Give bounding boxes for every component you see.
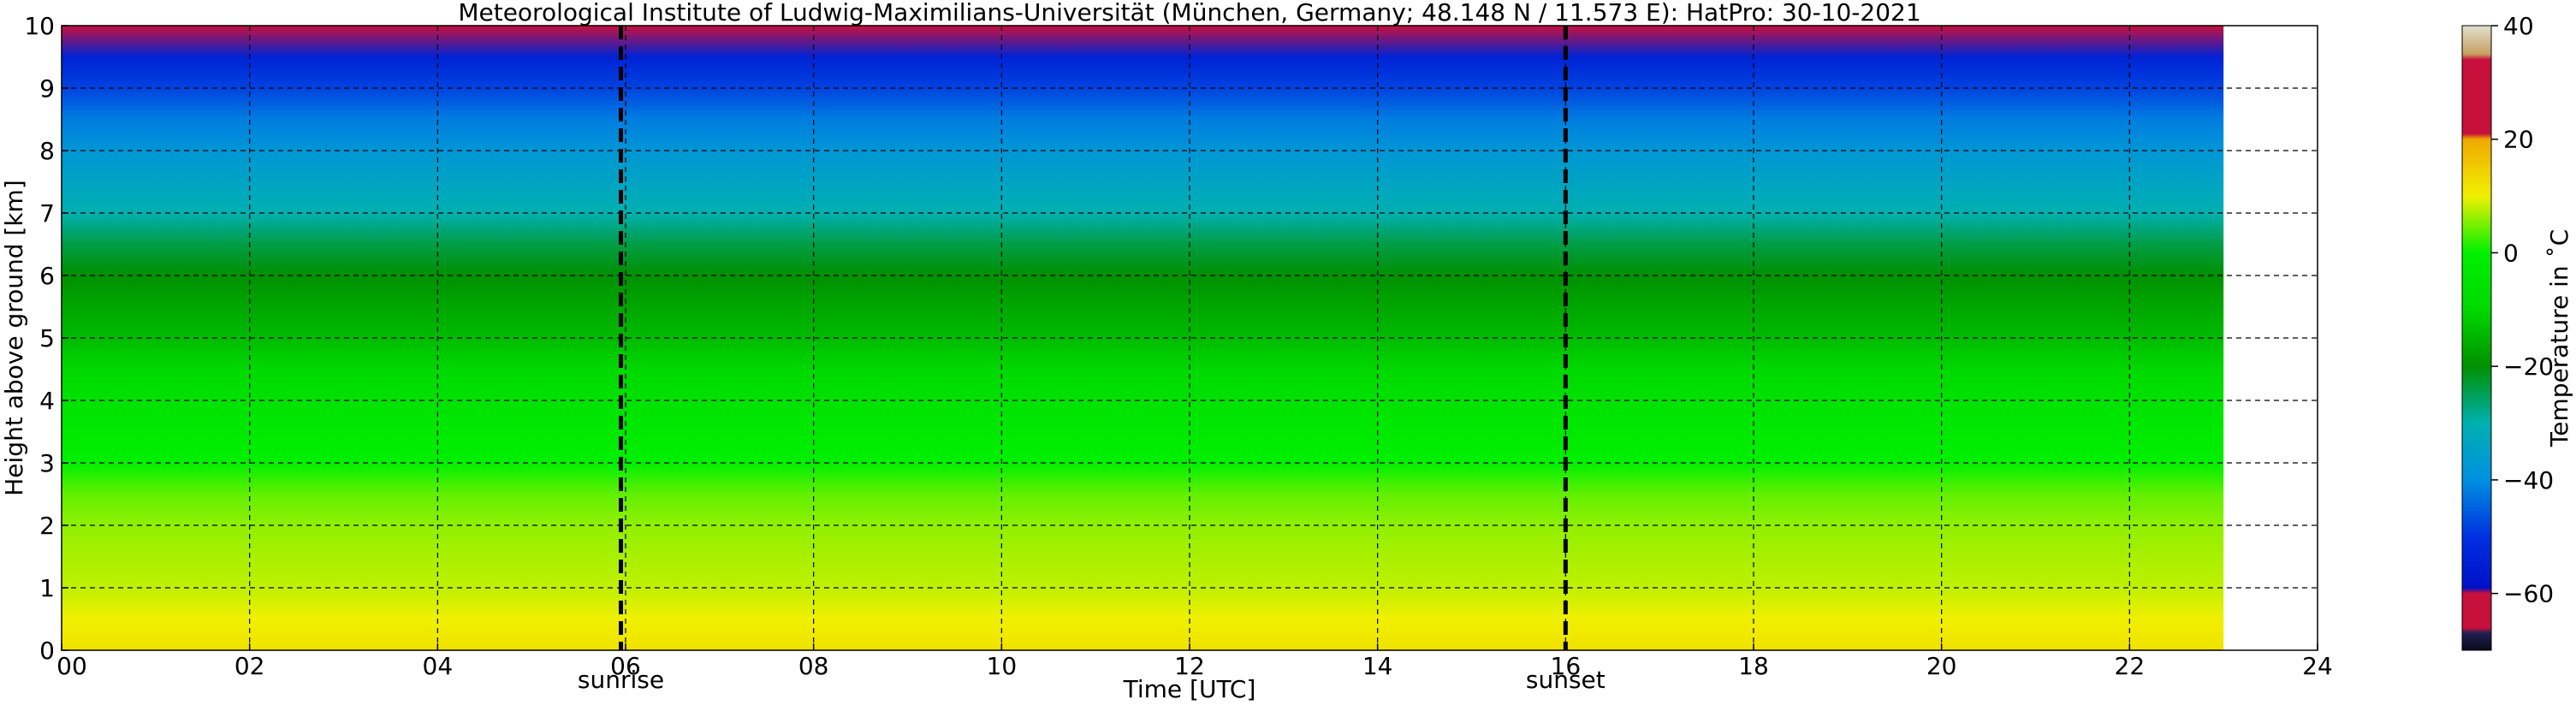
y-axis-label: Height above ground [km] — [0, 180, 28, 496]
colorbar-tick-label: 40 — [2503, 12, 2534, 40]
y-tick-label: 2 — [39, 512, 55, 540]
y-tick-label: 5 — [39, 324, 55, 352]
x-tick-label: 02 — [234, 652, 265, 680]
x-axis-label: Time [UTC] — [1123, 675, 1256, 703]
x-tick-label: 00 — [56, 652, 87, 680]
x-tick-label: 08 — [798, 652, 829, 680]
x-tick-label: 06 — [610, 652, 641, 680]
x-tick-label: 22 — [2115, 652, 2146, 680]
y-tick-label: 1 — [39, 574, 55, 602]
x-tick-label: 16 — [1551, 652, 1582, 680]
colorbar-tick-label: −40 — [2503, 466, 2554, 495]
y-tick-label: 9 — [39, 74, 55, 103]
x-tick-label: 24 — [2302, 652, 2333, 680]
colorbar-tick-label: 20 — [2503, 126, 2534, 154]
x-tick-label: 18 — [1738, 652, 1769, 680]
y-tick-label: 8 — [39, 137, 55, 165]
colorbar-label: Temperature in ˚C — [2545, 229, 2573, 447]
x-tick-label: 20 — [1926, 652, 1957, 680]
x-tick-label: 10 — [987, 652, 1018, 680]
y-tick-label: 4 — [39, 387, 55, 415]
y-tick-label: 10 — [24, 12, 55, 40]
y-tick-label: 3 — [39, 449, 55, 477]
temperature-profile-chart: Meteorological Institute of Ludwig-Maxim… — [0, 0, 2573, 703]
chart-title: Meteorological Institute of Ludwig-Maxim… — [458, 0, 1920, 27]
x-tick-label: 04 — [423, 652, 454, 680]
y-tick-label: 6 — [39, 262, 55, 290]
y-tick-label: 0 — [39, 637, 55, 665]
colorbar — [2461, 25, 2492, 651]
x-tick-label: 14 — [1362, 652, 1393, 680]
y-tick-label: 7 — [39, 199, 55, 228]
colorbar-tick-label: 0 — [2503, 239, 2519, 267]
colorbar-tick-label: −60 — [2503, 580, 2554, 608]
